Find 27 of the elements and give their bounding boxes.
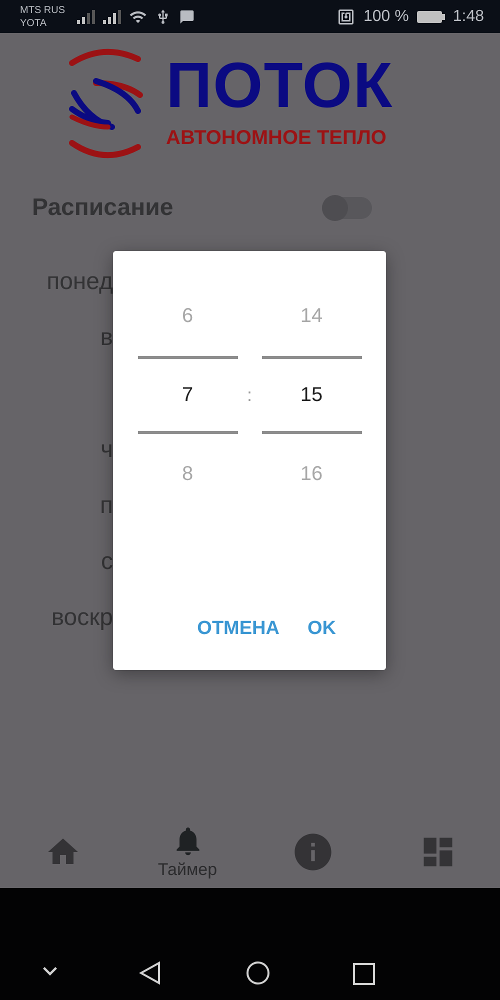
battery-percent: 100 % xyxy=(363,8,409,26)
home-button-icon[interactable] xyxy=(246,961,270,985)
dialog-button[interactable]: ОТМЕНА xyxy=(193,612,284,646)
nfc-icon xyxy=(337,8,356,26)
signal-icon xyxy=(103,10,121,24)
picker-value[interactable]: 7 xyxy=(138,356,238,434)
carrier-name: YOTA xyxy=(20,16,48,30)
time-separator: : xyxy=(246,384,253,406)
carrier-name: MTS RUS xyxy=(20,4,65,16)
signal-icon xyxy=(77,10,95,24)
picker-value[interactable]: 15 xyxy=(262,356,362,434)
chat-icon xyxy=(179,8,195,24)
back-icon[interactable] xyxy=(139,961,161,985)
logo-title: ПОТОК xyxy=(166,57,394,113)
toggle-thumb[interactable] xyxy=(322,195,348,221)
schedule-toggle[interactable] xyxy=(322,197,372,219)
battery-icon xyxy=(416,10,445,24)
recents-icon[interactable] xyxy=(353,963,375,985)
picker-value[interactable]: 6 xyxy=(138,276,238,356)
logo-icon xyxy=(68,47,146,159)
clock: 1:48 xyxy=(452,8,484,26)
picker-value[interactable]: 8 xyxy=(138,434,238,514)
picker-value[interactable]: 16 xyxy=(262,434,362,514)
nav-tab[interactable]: Таймер xyxy=(125,815,250,888)
logo-subtitle: АВТОНОМНОЕ ТЕПЛО xyxy=(166,127,388,149)
picker-value[interactable]: 14 xyxy=(262,276,362,356)
dialog-button[interactable]: OK xyxy=(304,612,340,646)
